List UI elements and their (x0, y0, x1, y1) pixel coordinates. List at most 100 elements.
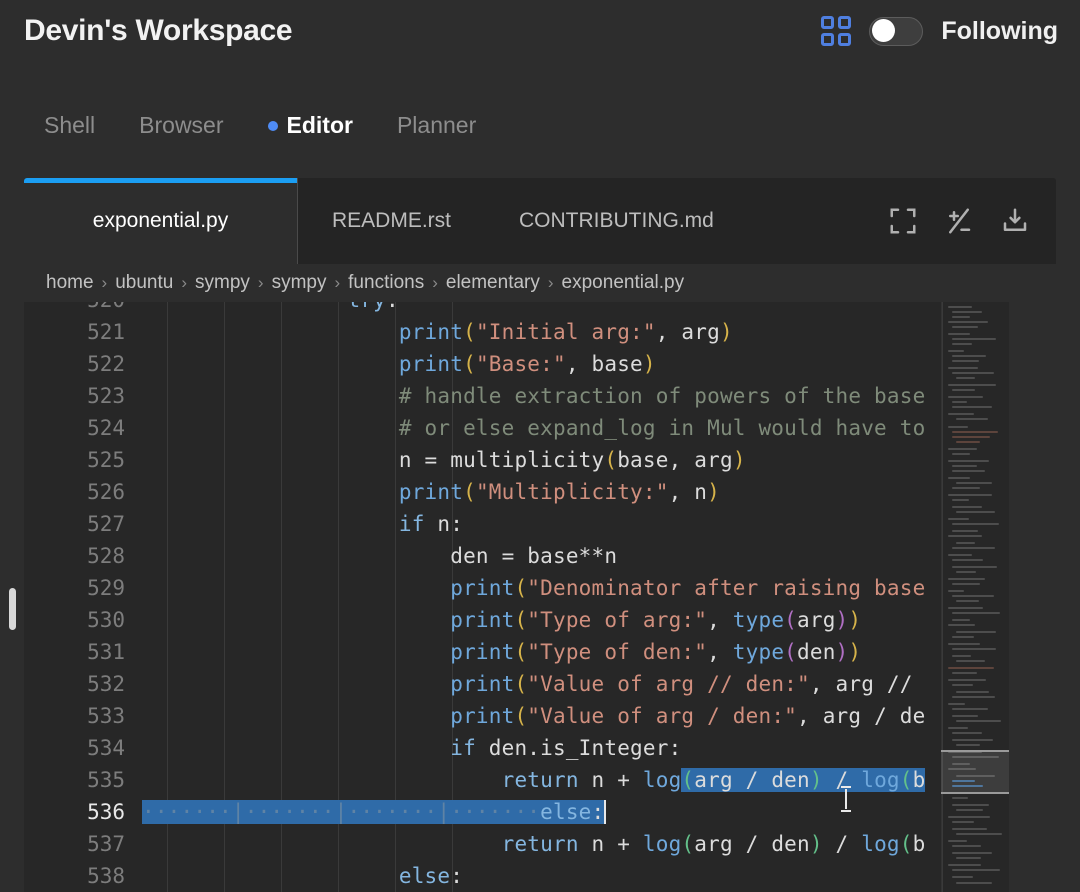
breadcrumb-separator-icon: › (181, 273, 187, 292)
line-number: 533 (87, 704, 125, 728)
code-line-524[interactable]: 524 # or else expand_log in Mul would ha… (24, 412, 989, 444)
code-line-529[interactable]: 529 print("Denominator after raising bas… (24, 572, 989, 604)
breadcrumb-separator-icon: › (334, 273, 341, 292)
code-line-536[interactable]: 536 ·······|·······|·······|·······else: (24, 796, 989, 828)
file-tab-readme-rst[interactable]: README.rst (298, 178, 485, 264)
line-number: 526 (87, 480, 125, 504)
code-line-526[interactable]: 526 print("Multiplicity:", n) (24, 476, 989, 508)
file-tab-exponential-py[interactable]: exponential.py (24, 178, 298, 264)
line-content: # handle extraction of powers of the bas… (142, 384, 926, 408)
breadcrumb-separator-icon: › (257, 273, 264, 292)
line-number: 529 (87, 576, 125, 600)
nav-tab-shell[interactable]: Shell (44, 112, 95, 139)
page-scrollbar-thumb[interactable] (9, 588, 16, 630)
following-toggle[interactable] (869, 16, 924, 46)
code-line-523[interactable]: 523 # handle extraction of powers of the… (24, 380, 989, 412)
grid-cell-4 (838, 33, 852, 46)
line-number: 528 (87, 544, 125, 568)
breadcrumb-item[interactable]: elementary (446, 272, 540, 294)
grid-icon[interactable] (821, 16, 852, 46)
code-line-538[interactable]: 538 else: (24, 860, 989, 892)
line-content: if n: (398, 512, 464, 536)
line-number: 531 (87, 640, 125, 664)
nav-tab-label: Shell (44, 112, 96, 138)
line-number: 530 (87, 608, 125, 632)
line-number: 532 (87, 672, 125, 696)
line-number: 522 (87, 352, 125, 376)
breadcrumb-item[interactable]: sympy (195, 272, 250, 294)
nav-tabs: Shell Browser Editor Planner (44, 112, 476, 139)
code-editor[interactable]: 520 try: 521 print("Initial arg:", arg) … (24, 302, 1056, 892)
line-content: return n + log(arg / den) / log(b (501, 768, 926, 792)
code-line-522[interactable]: 522 print("Base:", base) (24, 348, 989, 380)
expand-icon[interactable] (888, 206, 918, 236)
nav-tab-browser[interactable]: Browser (139, 112, 223, 139)
code-line-531[interactable]: 531 print("Type of den:", type(den)) (24, 636, 989, 668)
line-number: 525 (87, 448, 125, 472)
code-line-520[interactable]: 520 try: (24, 302, 989, 316)
code-line-534[interactable]: 534 if den.is_Integer: (24, 732, 989, 764)
code-line-528[interactable]: 528 den = base**n (24, 540, 989, 572)
line-content: print("Base:", base) (398, 352, 656, 376)
line-number: 521 (87, 320, 125, 344)
line-number: 524 (87, 416, 125, 440)
code-line-535[interactable]: 535 return n + log(arg / den) / log(b (24, 764, 989, 796)
nav-tab-editor[interactable]: Editor (267, 112, 353, 139)
line-content: ·······|·······|·······|·······else: (142, 800, 607, 824)
line-number: 538 (87, 864, 125, 888)
line-content: print("Denominator after raising base (450, 576, 926, 600)
grid-cell-3 (821, 33, 835, 46)
line-number: 535 (87, 768, 125, 792)
code-viewport: 520 try: 521 print("Initial arg:", arg) … (24, 302, 989, 892)
file-tab-label: exponential.py (92, 209, 229, 232)
code-lines: 520 try: 521 print("Initial arg:", arg) … (24, 302, 989, 892)
code-line-530[interactable]: 530 print("Type of arg:", type(arg)) (24, 604, 989, 636)
code-line-521[interactable]: 521 print("Initial arg:", arg) (24, 316, 989, 348)
breadcrumb-item[interactable]: sympy (272, 272, 327, 294)
line-number: 536 (87, 800, 125, 824)
nav-tab-label: Planner (396, 112, 477, 138)
header-actions: Following (821, 16, 1058, 46)
line-content: print("Value of arg / den:", arg / de (450, 704, 926, 728)
breadcrumb-separator-icon: › (547, 273, 554, 292)
following-label: Following (941, 16, 1058, 45)
code-line-527[interactable]: 527 if n: (24, 508, 989, 540)
line-content: print("Type of den:", type(den)) (450, 640, 862, 664)
minimap-scroll-thumb[interactable] (941, 750, 1009, 794)
minimap[interactable] (941, 302, 1009, 892)
nav-tab-planner[interactable]: Planner (397, 112, 476, 139)
diff-icon[interactable] (944, 206, 974, 236)
editor-panel: exponential.py README.rst CONTRIBUTING.m… (24, 178, 1056, 892)
grid-cell-2 (838, 16, 852, 29)
line-content: print("Type of arg:", type(arg)) (450, 608, 862, 632)
breadcrumb-item[interactable]: functions (348, 272, 424, 294)
line-content: # or else expand_log in Mul would have t… (142, 416, 926, 440)
line-content: print("Initial arg:", arg) (398, 320, 733, 344)
breadcrumb-item[interactable]: home (46, 272, 94, 294)
line-number: 523 (87, 384, 125, 408)
grid-cell-1 (821, 16, 835, 29)
text-cursor (604, 800, 607, 824)
line-number: 527 (87, 512, 125, 536)
code-line-525[interactable]: 525 n = multiplicity(base, arg) (24, 444, 989, 476)
file-tab-bar: exponential.py README.rst CONTRIBUTING.m… (24, 178, 1056, 264)
nav-tab-label: Editor (286, 112, 353, 138)
workspace-title: Devin's Workspace (24, 14, 293, 47)
breadcrumb-separator-icon: › (432, 273, 438, 292)
line-content: else: (398, 864, 464, 888)
file-tab-contributing-md[interactable]: CONTRIBUTING.md (485, 178, 748, 264)
workspace-root: Devin's Workspace Following Shell Browse… (0, 0, 1080, 892)
line-content: den = base**n (450, 544, 618, 568)
breadcrumb-item[interactable]: ubuntu (115, 272, 173, 294)
code-line-533[interactable]: 533 print("Value of arg / den:", arg / d… (24, 700, 989, 732)
code-line-532[interactable]: 532 print("Value of arg // den:", arg // (24, 668, 989, 700)
breadcrumb: home › ubuntu › sympy › sympy › function… (24, 264, 1056, 302)
code-line-537[interactable]: 537 return n + log(arg / den) / log(b (24, 828, 989, 860)
toggle-knob (872, 19, 896, 42)
breadcrumb-separator-icon: › (101, 273, 108, 292)
download-icon[interactable] (1000, 206, 1030, 236)
breadcrumb-item[interactable]: exponential.py (562, 272, 685, 294)
app-header: Devin's Workspace Following (0, 0, 1080, 72)
line-number: 537 (87, 832, 125, 856)
line-content: return n + log(arg / den) / log(b (501, 832, 926, 856)
